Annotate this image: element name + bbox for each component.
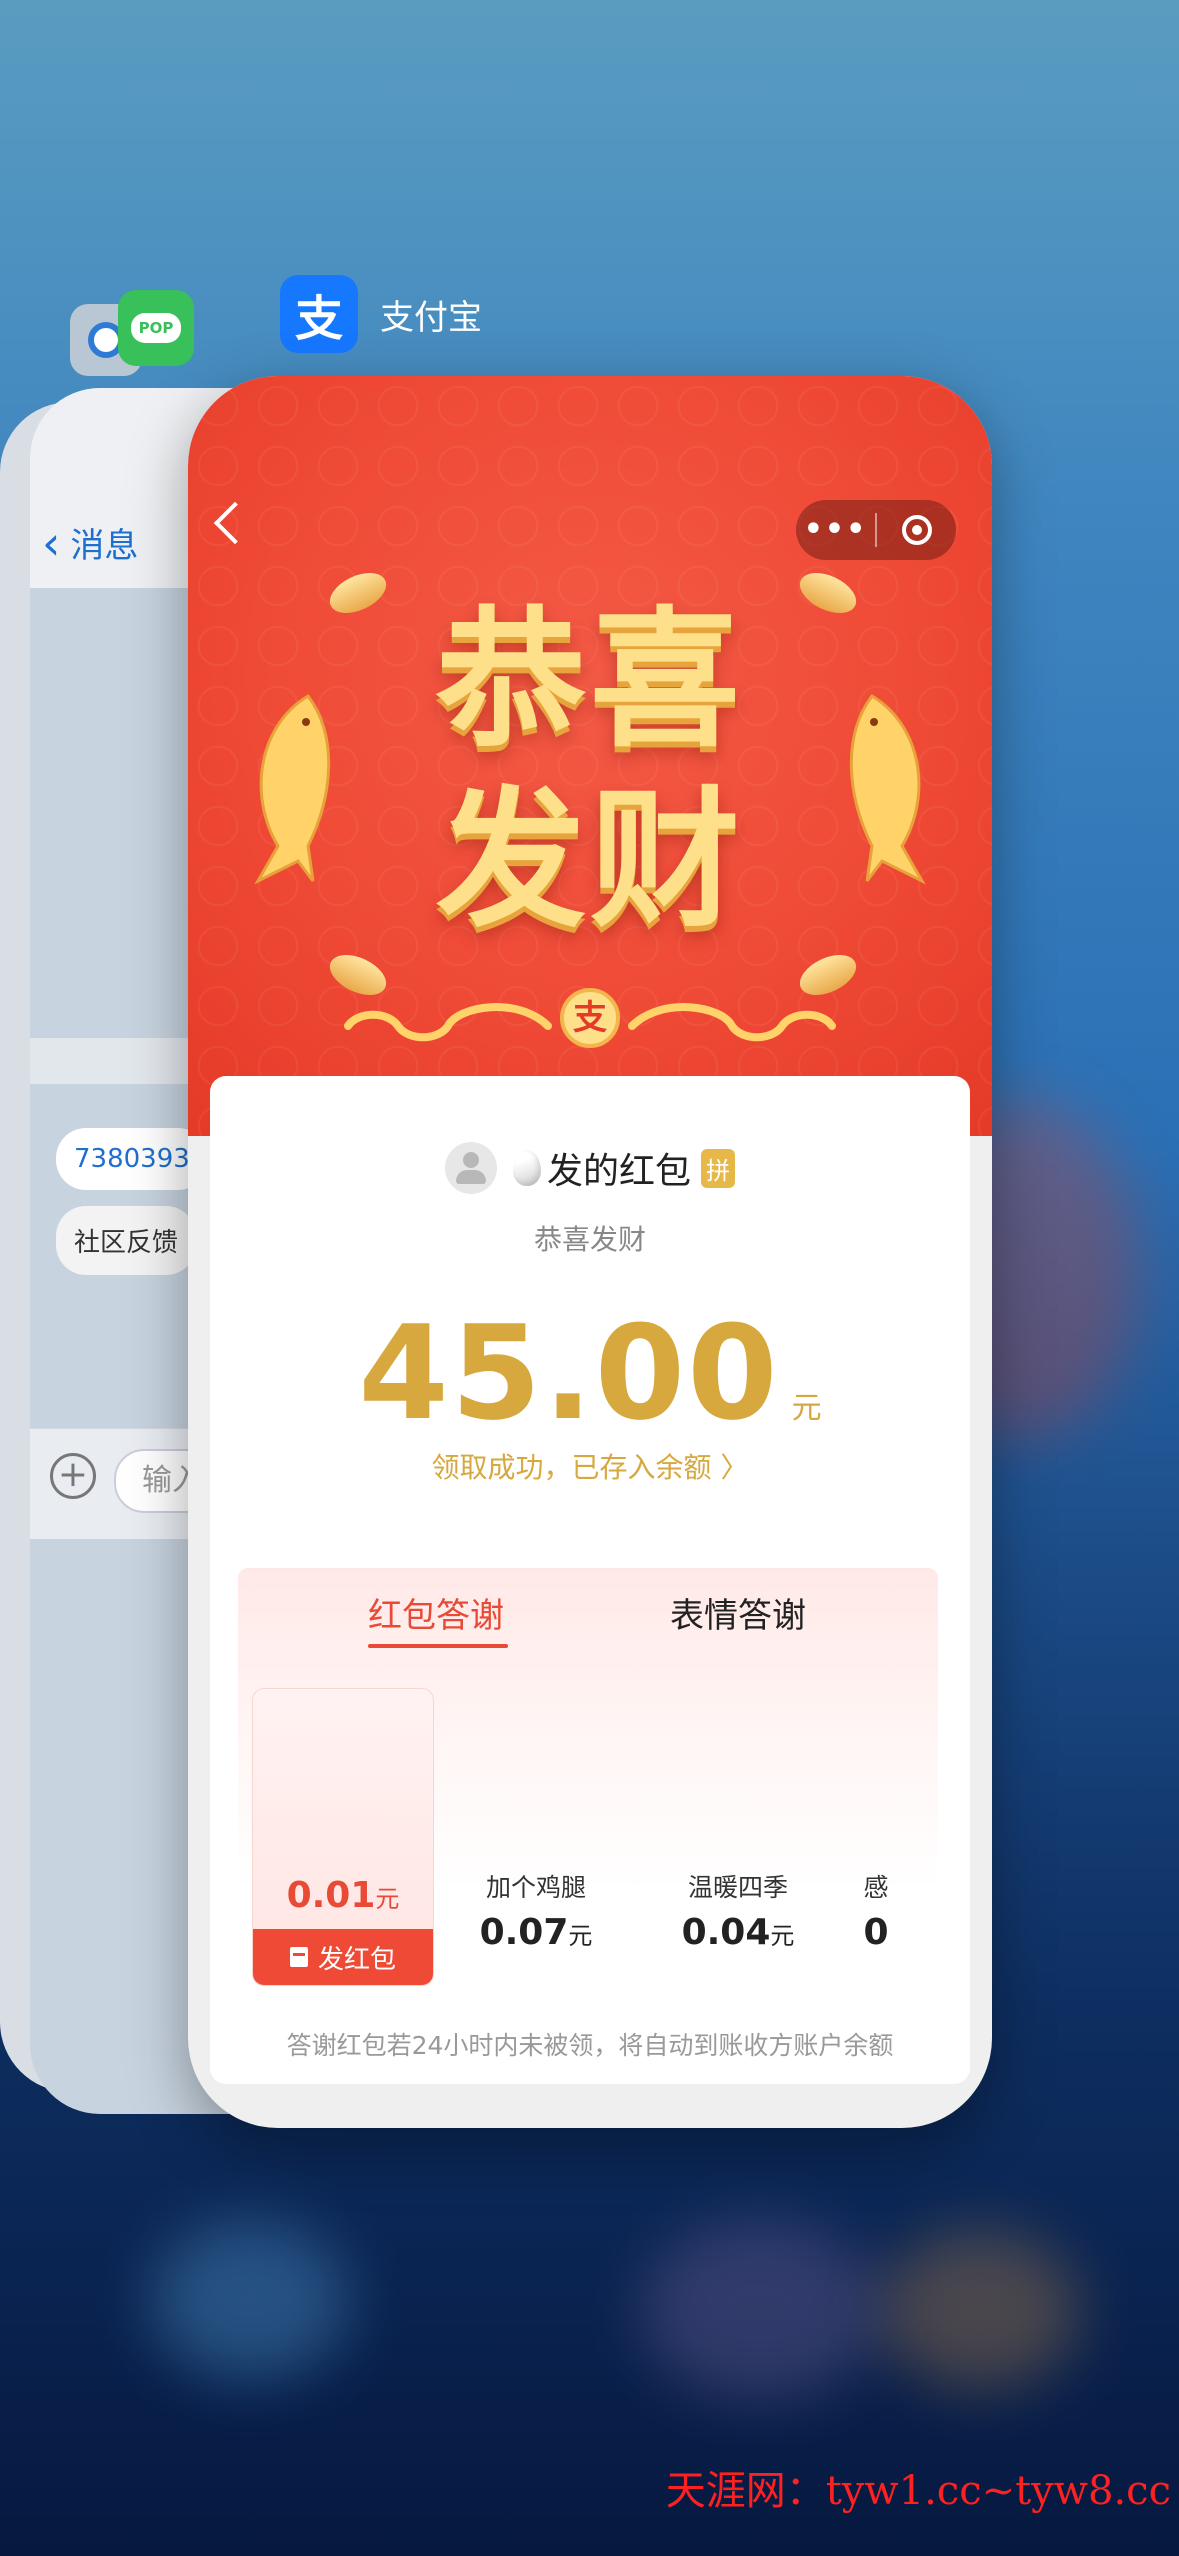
blessing-line-1: 恭喜 <box>435 594 744 768</box>
envelope-icon <box>289 1947 308 1967</box>
add-icon[interactable]: + <box>50 1453 96 1499</box>
front-app-name: 支付宝 <box>380 297 482 338</box>
sender-text: 发的红包 <box>546 1151 691 1192</box>
front-app-label[interactable]: 支 支付宝 <box>280 275 482 353</box>
thanks-option[interactable]: 感 0 <box>846 1868 906 1953</box>
sender-row: 发的红包 拼 <box>210 1142 970 1194</box>
option-value: 0.07元 <box>456 1912 616 1953</box>
amount-row: 45.00 元 <box>210 1308 970 1438</box>
red-packet-detail-panel: 发的红包 拼 恭喜发财 45.00 元 领取成功，已存入余额 〉 红包答谢 表情… <box>210 1076 970 2084</box>
active-tab-underline <box>368 1644 508 1648</box>
gift-amount: 0.01元 <box>253 1875 433 1916</box>
red-packet-hero: ••• 恭喜 发财 支 <box>188 376 992 1136</box>
tab-redpacket-thanks[interactable]: 红包答谢 <box>368 1588 504 1637</box>
option-name: 温暖四季 <box>687 1873 788 1902</box>
custom-gift-card[interactable]: 0.01元 发红包 <box>252 1688 434 1986</box>
bg-blur-blob <box>880 2230 1080 2390</box>
option-name: 加个鸡腿 <box>485 1873 586 1902</box>
option-value-number: 0.04 <box>681 1912 771 1953</box>
egg-icon <box>512 1150 541 1186</box>
amount-unit: 元 <box>791 1391 822 1426</box>
received-amount: 45.00 <box>358 1297 780 1449</box>
alipay-badge-icon: 支 <box>560 988 620 1048</box>
pop-icon-label: POP <box>130 313 182 343</box>
blessing-line-2: 发财 <box>435 774 744 948</box>
option-value: 0 <box>846 1912 906 1953</box>
avatar[interactable] <box>444 1142 497 1194</box>
app-card-alipay[interactable]: ••• 恭喜 发财 支 发的红包 拼 恭喜发财 45.00 元 领取成功，已存入… <box>188 376 992 2128</box>
background-app-icons[interactable]: POP <box>70 290 200 380</box>
option-value-unit: 元 <box>568 1922 593 1950</box>
alipay-icon: 支 <box>280 275 358 353</box>
thanks-footnote: 答谢红包若24小时内未被领，将自动到账收方账户余额 <box>286 2031 894 2060</box>
miniapp-capsule: ••• <box>796 500 956 560</box>
gift-amount-value: 0.01 <box>286 1875 376 1916</box>
option-value-unit: 元 <box>770 1922 795 1950</box>
message-bubble[interactable]: 社区反馈 <box>56 1206 197 1275</box>
watermark-text: 天涯网：tyw1.cc~tyw8.cc <box>665 2468 1171 2514</box>
pin-badge: 拼 <box>701 1148 735 1188</box>
thanks-option[interactable]: 加个鸡腿 0.07元 <box>456 1868 616 1953</box>
option-value-number: 0 <box>863 1912 889 1953</box>
chevron-left-icon: ‹ <box>42 515 61 570</box>
message-bubble[interactable]: 7380393 <box>56 1128 208 1190</box>
bg-blur-blob <box>640 2220 880 2400</box>
thanks-option[interactable]: 温暖四季 0.04元 <box>658 1868 818 1953</box>
tab-sticker-thanks[interactable]: 表情答谢 <box>670 1588 806 1637</box>
bg-blur-blob <box>150 2220 350 2380</box>
option-value: 0.04元 <box>658 1912 818 1953</box>
blessing-subtitle: 恭喜发财 <box>533 1223 646 1256</box>
option-value-number: 0.07 <box>479 1912 569 1953</box>
claim-status-link[interactable]: 领取成功，已存入余额 〉 <box>210 1446 970 1486</box>
cloud-swirl-icon <box>344 1003 552 1042</box>
option-name: 感 <box>863 1873 889 1902</box>
more-icon[interactable]: ••• <box>796 500 875 560</box>
thanks-section: 红包答谢 表情答谢 0.01元 发红包 加个鸡腿 0.07元 温暖四季 0.04… <box>238 1568 938 1998</box>
send-redpacket-button[interactable]: 发红包 <box>253 1929 433 1985</box>
messages-back-button[interactable]: ‹ 消息 <box>42 518 138 567</box>
send-redpacket-label: 发红包 <box>317 1944 396 1975</box>
back-label: 消息 <box>70 526 139 566</box>
gift-amount-unit: 元 <box>375 1885 400 1913</box>
close-miniapp-icon[interactable] <box>877 515 956 545</box>
pop-icon: POP <box>118 290 194 366</box>
cloud-swirl-icon <box>628 1003 836 1042</box>
